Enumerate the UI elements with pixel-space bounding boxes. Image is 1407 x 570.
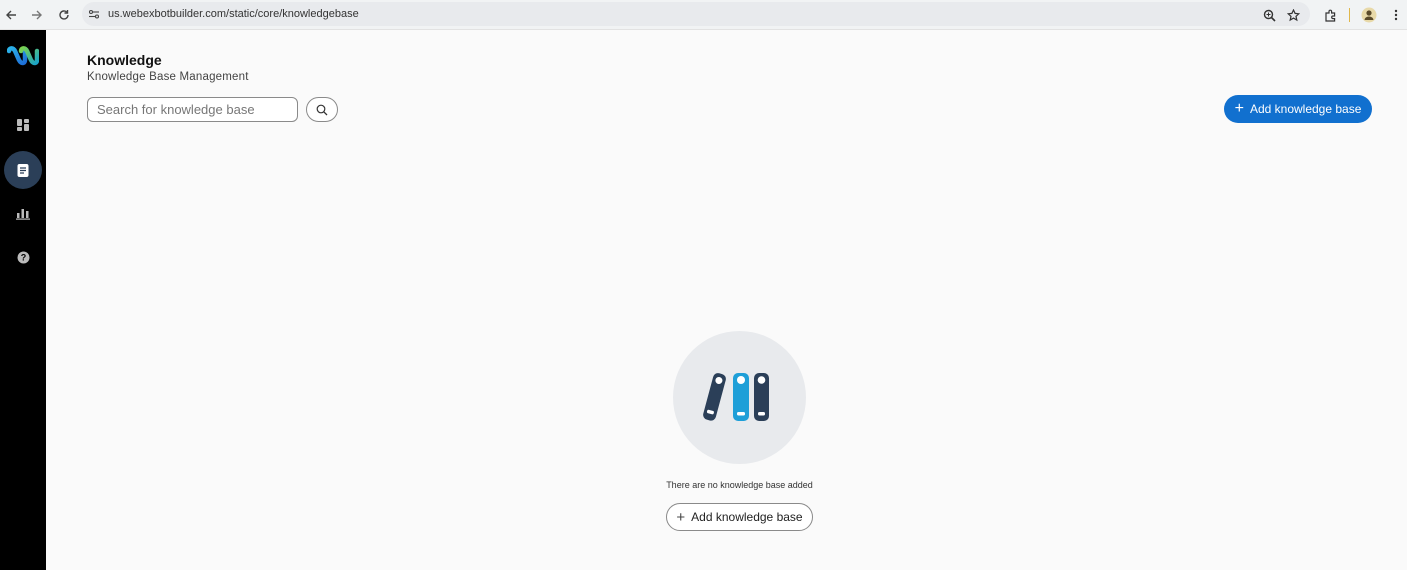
zoom-icon[interactable] — [1259, 5, 1279, 25]
knowledge-document-icon — [4, 151, 42, 189]
empty-state-message: There are no knowledge base added — [666, 480, 813, 490]
plus-icon: + — [676, 508, 686, 526]
extensions-icon[interactable] — [1320, 5, 1340, 25]
sidebar: ? — [0, 30, 46, 570]
empty-state-add-label: Add knowledge base — [691, 510, 803, 524]
site-settings-icon[interactable] — [88, 8, 100, 20]
forward-arrow-icon[interactable] — [27, 5, 47, 25]
webex-logo-icon[interactable] — [0, 42, 46, 72]
search-icon — [316, 104, 328, 115]
add-knowledge-base-label: Add knowledge base — [1249, 102, 1362, 116]
toolbar-divider — [1349, 8, 1350, 22]
profile-icon[interactable] — [1359, 5, 1379, 25]
back-arrow-icon[interactable] — [1, 5, 21, 25]
reload-icon[interactable] — [54, 5, 74, 25]
address-bar[interactable]: us.webexbotbuilder.com/static/core/knowl… — [82, 2, 1310, 26]
svg-text:?: ? — [20, 252, 26, 262]
bookmark-star-icon[interactable] — [1283, 5, 1303, 25]
analytics-chart-icon[interactable] — [0, 204, 46, 222]
browser-toolbar: us.webexbotbuilder.com/static/core/knowl… — [0, 0, 1407, 30]
help-icon[interactable]: ? — [0, 248, 46, 266]
search-input[interactable] — [87, 97, 298, 122]
sidebar-item-knowledge[interactable] — [0, 150, 46, 190]
binders-icon — [703, 373, 769, 421]
search-button[interactable] — [306, 97, 338, 122]
page-subtitle: Knowledge Base Management — [87, 71, 249, 83]
empty-state-add-button[interactable]: + Add knowledge base — [666, 503, 813, 531]
empty-state-illustration — [673, 331, 806, 464]
menu-kebab-icon[interactable] — [1386, 5, 1406, 25]
url-text[interactable]: us.webexbotbuilder.com/static/core/knowl… — [108, 8, 359, 20]
add-knowledge-base-button[interactable]: + Add knowledge base — [1224, 95, 1372, 123]
plus-icon: + — [1234, 100, 1244, 117]
main-content: Knowledge Knowledge Base Management + Ad… — [46, 30, 1407, 570]
dashboard-icon[interactable] — [0, 116, 46, 134]
page-title: Knowledge — [87, 52, 162, 68]
